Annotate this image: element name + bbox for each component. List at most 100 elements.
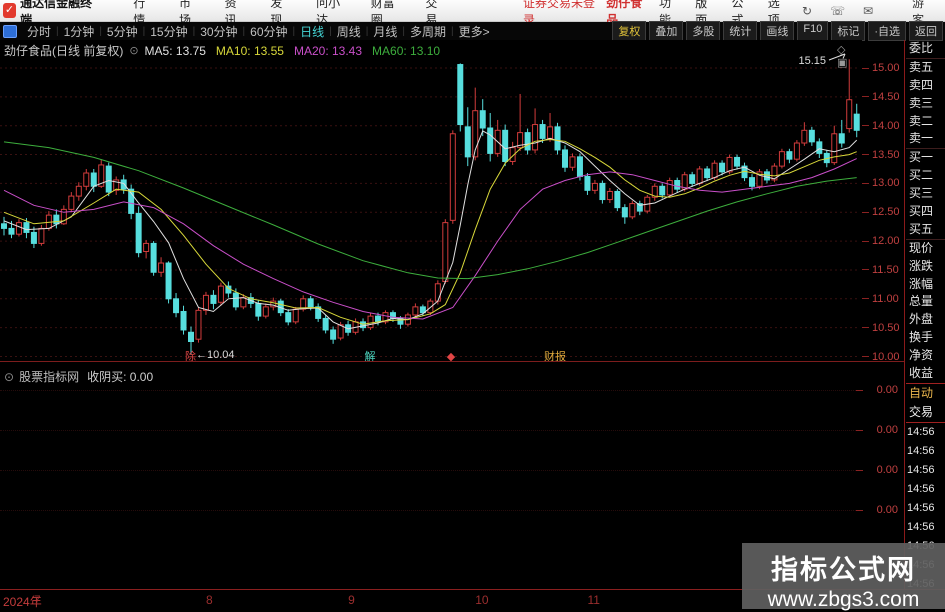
candlestick-chart[interactable]: 劲仔食品(日线 前复权) ⊙ MA5: 13.75 MA10: 13.55 MA20…	[0, 40, 862, 363]
quote-row-卖三: 卖三	[909, 95, 934, 110]
axis-label: 11.50	[872, 263, 899, 276]
watermark-title: 指标公式网	[771, 555, 916, 585]
indicator-axis-label: 0.00	[876, 384, 898, 396]
timeframe-分时[interactable]: 分时	[22, 23, 56, 40]
timeframe-items: 分时 | 1分钟 | 5分钟 | 15分钟 | 30分钟 | 60分钟 | 日线 | 周线 | 月线 | 多周期 | 更…	[22, 23, 495, 40]
quote-panel: 委比 卖五 卖四 卖三 卖二 卖一 买一 买二 买三 买四 买五 现价 涨跌 涨幅 总量 外盘 换手 净资 收益 自…	[906, 40, 945, 609]
axis-label: 12.50	[872, 206, 900, 219]
quote-row-委比: 委比	[906, 40, 945, 59]
axis-label: 10.50	[872, 321, 900, 334]
indicator-dot-icon[interactable]: ⊙	[4, 370, 14, 384]
axis-tick	[862, 240, 869, 242]
timeframe-日线[interactable]: 日线	[295, 23, 329, 40]
quote-row-卖五: 卖五	[909, 59, 934, 74]
axis-tick	[862, 125, 869, 127]
indicator-axis-tick	[856, 390, 863, 391]
chart-canvas[interactable]: ←10.0415.15除解 ◆ 财报	[0, 40, 862, 363]
dropdown-dot-icon[interactable]: ⊙	[129, 44, 138, 57]
diamond-icon[interactable]: ◇	[837, 44, 845, 56]
timeframe-1分钟[interactable]: 1分钟	[59, 23, 100, 40]
toolbar-buttons: 复权 叠加 多股 统计 画线 F10 标记 ·自选 返回	[609, 21, 943, 41]
quote-row-卖四: 卖四	[909, 77, 934, 92]
phone-icon[interactable]: ☏	[830, 4, 845, 18]
quote-row-总量: 总量	[909, 294, 934, 309]
toolbar-button-画线[interactable]: 画线	[760, 21, 795, 41]
chart-title: 劲仔食品(日线 前复权)	[4, 44, 124, 58]
toolbar-button-统计[interactable]: 统计	[723, 21, 758, 41]
svg-text:15.15: 15.15	[798, 55, 826, 67]
month-label-9: 9	[348, 593, 355, 607]
ma-legend-MA60: MA60: 13.10	[372, 43, 441, 58]
quote-row-卖一: 卖一	[906, 130, 945, 150]
quote-row-现价: 现价	[909, 240, 934, 255]
ma-legend-MA10: MA10: 13.55	[215, 43, 284, 58]
panel-divider[interactable]	[0, 361, 905, 362]
indicator-gridline	[0, 510, 856, 511]
watermark: 指标公式网 www.zbgs3.com	[742, 543, 945, 611]
chart-corner-icons: ◇ ▣	[830, 43, 862, 69]
axis-label: 13.00	[872, 177, 900, 190]
toolbar-button-叠加[interactable]: 叠加	[649, 21, 684, 41]
chart-mode-icon[interactable]	[3, 24, 17, 38]
axis-tick	[862, 67, 869, 69]
timeframe-15分钟[interactable]: 15分钟	[145, 23, 192, 40]
window-icon[interactable]: ▣	[837, 57, 847, 69]
timeframe-60分钟[interactable]: 60分钟	[245, 23, 292, 40]
toolbar-button-复权[interactable]: 复权	[612, 21, 647, 41]
trade-time: 14:56	[907, 482, 935, 495]
month-label-11: 11	[587, 593, 600, 607]
trade-time: 14:56	[907, 463, 935, 476]
toolbar-button-返回[interactable]: 返回	[909, 21, 943, 41]
quote-row-涨跌: 涨跌	[909, 258, 934, 273]
ma-legend: MA5: 13.75 MA10: 13.55 MA20: 13.43 MA60: 13…	[145, 44, 451, 58]
indicator-title-row: ⊙ 股票指标网 收阴买: 0.00	[4, 368, 153, 385]
tab-auto[interactable]: 自动	[906, 382, 945, 403]
indicator-name: 收阴买:	[87, 370, 127, 384]
timeframe-5分钟[interactable]: 5分钟	[102, 23, 143, 40]
axis-tick	[862, 327, 869, 329]
toolbar-button-F10[interactable]: F10	[797, 21, 829, 41]
toolbar-button-标记[interactable]: 标记	[831, 21, 866, 41]
axis-label: 14.50	[872, 90, 900, 103]
timeframe-更多>[interactable]: 更多>	[454, 23, 495, 40]
axis-line	[904, 40, 905, 590]
indicator-gridline	[0, 390, 856, 391]
timeframe-30分钟[interactable]: 30分钟	[195, 23, 242, 40]
timeframe-周线[interactable]: 周线	[332, 23, 366, 40]
axis-label: 13.50	[872, 148, 900, 161]
watermark-url: www.zbgs3.com	[767, 588, 920, 611]
refresh-icon[interactable]: ↻	[802, 4, 812, 18]
quote-rows: 委比 卖五 卖四 卖三 卖二 卖一 买一 买二 买三 买四 买五 现价 涨跌 涨幅 总量 外盘 换手 净资 收益	[906, 40, 945, 383]
timeframe-bar: 分时 | 1分钟 | 5分钟 | 15分钟 | 30分钟 | 60分钟 | 日线 | 周线 | 月线 | 多周期 | 更…	[0, 21, 945, 41]
quote-row-收益: 收益	[909, 366, 934, 381]
indicator-value: 0.00	[129, 369, 154, 384]
quote-row-外盘: 外盘	[909, 312, 934, 327]
menu-icons: ↻ ☏ ✉	[793, 4, 882, 18]
indicator-source: 股票指标网	[19, 370, 80, 384]
mail-icon[interactable]: ✉	[863, 4, 873, 18]
toolbar-button-多股[interactable]: 多股	[686, 21, 721, 41]
quote-row-卖二: 卖二	[909, 113, 934, 128]
menu-bar: ✓ 通达信金融终端 行情 市场 资讯 发现 问小达 财富圈 交易 证券交易未登录 劲仔食品 …	[0, 0, 945, 27]
axis-tick	[862, 211, 869, 213]
trade-time: 14:56	[907, 425, 935, 438]
indicator-axis-tick	[856, 470, 863, 471]
indicator-axis-tick	[856, 430, 863, 431]
quote-row-净资: 净资	[909, 348, 934, 363]
axis-tick	[862, 269, 869, 271]
axis-tick	[862, 96, 869, 98]
quote-row-涨幅: 涨幅	[909, 276, 934, 291]
quote-row-买一: 买一	[909, 150, 934, 165]
axis-label: 12.00	[872, 235, 900, 248]
month-label-7: 7	[33, 593, 41, 607]
timeframe-多周期[interactable]: 多周期	[405, 23, 451, 40]
app-logo-icon: ✓	[3, 3, 17, 18]
axis-tick	[862, 182, 869, 184]
quote-row-买五: 买五	[906, 221, 945, 240]
timeframe-月线[interactable]: 月线	[368, 23, 402, 40]
month-label-10: 10	[475, 593, 489, 607]
axis-label: 15.00	[872, 62, 900, 74]
tab-trade[interactable]: 交易	[906, 403, 945, 423]
toolbar-button-·自选[interactable]: ·自选	[868, 21, 906, 41]
quote-row-买三: 买三	[909, 186, 934, 201]
